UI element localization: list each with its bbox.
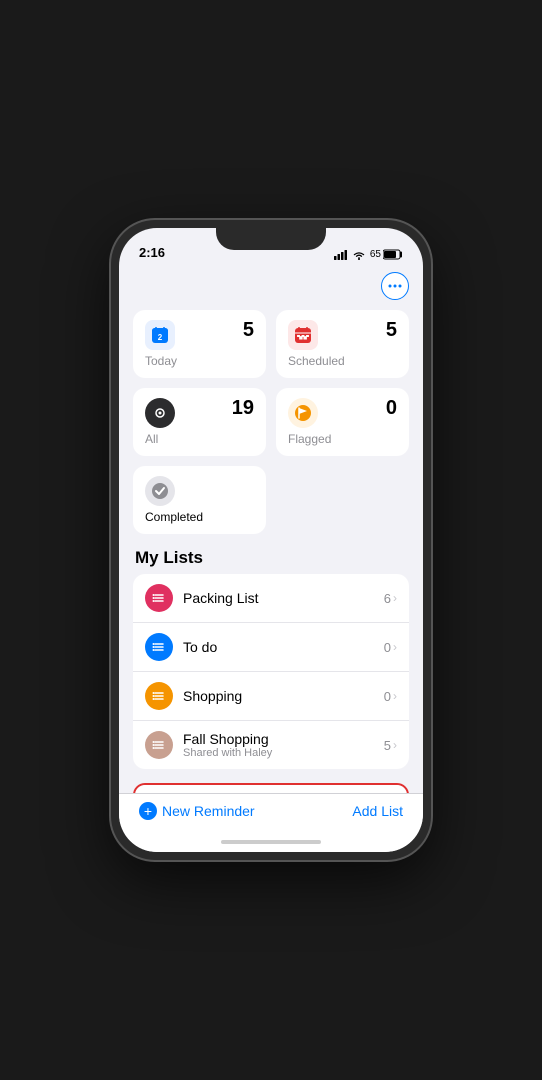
list-item-todo[interactable]: To do 0 › [133, 623, 409, 672]
my-lists-title: My Lists [133, 548, 409, 568]
shopping-name: Shopping [183, 688, 384, 704]
todo-right: 0 › [384, 640, 397, 655]
more-options-button[interactable] [381, 272, 409, 300]
flagged-count: 0 [386, 398, 397, 418]
signal-icon [334, 250, 348, 260]
main-content: 2 5 Today [119, 264, 423, 793]
list-item-grocery[interactable]: Grocery List 8 › [135, 785, 407, 794]
todo-name: To do [183, 639, 384, 655]
shopping-right: 0 › [384, 689, 397, 704]
new-reminder-button[interactable]: + New Reminder [139, 802, 255, 820]
packing-list-right: 6 › [384, 591, 397, 606]
todo-chevron: › [393, 640, 397, 654]
today-tile[interactable]: 2 5 Today [133, 310, 266, 378]
fall-shopping-sub: Shared with Haley [183, 747, 384, 759]
packing-list-text: Packing List [183, 590, 384, 606]
fall-shopping-text: Fall Shopping Shared with Haley [183, 731, 384, 759]
completed-row: Completed [133, 466, 409, 534]
notch [216, 228, 326, 250]
flagged-label: Flagged [288, 432, 397, 446]
shopping-icon [145, 682, 173, 710]
fall-shopping-name: Fall Shopping [183, 731, 384, 747]
top-action-row [133, 272, 409, 300]
battery-percent: 65 [370, 249, 381, 260]
home-bar [221, 840, 321, 844]
status-time: 2:16 [139, 245, 165, 260]
smart-tiles-grid: 2 5 Today [133, 310, 409, 456]
todo-count: 0 [384, 640, 391, 655]
battery-icon [383, 249, 403, 260]
add-list-button[interactable]: Add List [352, 803, 403, 819]
lists-card: Packing List 6 › [133, 574, 409, 769]
packing-list-count: 6 [384, 591, 391, 606]
packing-list-chevron: › [393, 591, 397, 605]
completed-tile[interactable]: Completed [133, 466, 266, 534]
flagged-tile[interactable]: 0 Flagged [276, 388, 409, 456]
today-label: Today [145, 354, 254, 368]
completed-label: Completed [145, 510, 254, 524]
fall-shopping-icon [145, 731, 173, 759]
shopping-chevron: › [393, 689, 397, 703]
today-icon: 2 [145, 320, 175, 350]
packing-list-name: Packing List [183, 590, 384, 606]
bottom-bar: + New Reminder Add List [119, 793, 423, 832]
today-count: 5 [243, 320, 254, 340]
list-item-packing[interactable]: Packing List 6 › [133, 574, 409, 623]
grocery-highlight: Grocery List 8 › [133, 783, 409, 794]
scheduled-count: 5 [386, 320, 397, 340]
new-reminder-label: New Reminder [162, 803, 255, 819]
todo-text: To do [183, 639, 384, 655]
flagged-icon [288, 398, 318, 428]
grocery-list-card: Grocery List 8 › [135, 785, 407, 794]
all-tile-header: 19 [145, 398, 254, 432]
shopping-text: Shopping [183, 688, 384, 704]
todo-icon [145, 633, 173, 661]
all-label: All [145, 432, 254, 446]
phone-screen: 2:16 65 [119, 228, 423, 852]
all-icon [145, 398, 175, 428]
flagged-tile-header: 0 [288, 398, 397, 432]
fall-shopping-count: 5 [384, 738, 391, 753]
phone-frame: 2:16 65 [111, 220, 431, 860]
completed-icon [145, 476, 175, 506]
svg-text:2: 2 [158, 333, 163, 342]
battery-indicator: 65 [370, 249, 403, 260]
today-tile-header: 2 5 [145, 320, 254, 354]
ellipsis-icon [388, 279, 402, 293]
scheduled-tile[interactable]: ■■ 5 Scheduled [276, 310, 409, 378]
fall-shopping-chevron: › [393, 738, 397, 752]
status-icons: 65 [334, 249, 403, 260]
scheduled-icon: ■■ [288, 320, 318, 350]
shopping-count: 0 [384, 689, 391, 704]
scheduled-label: Scheduled [288, 354, 397, 368]
all-count: 19 [232, 398, 254, 418]
all-tile[interactable]: 19 All [133, 388, 266, 456]
wifi-icon [352, 250, 366, 260]
new-reminder-icon: + [139, 802, 157, 820]
fall-shopping-right: 5 › [384, 738, 397, 753]
list-item-fall-shopping[interactable]: Fall Shopping Shared with Haley 5 › [133, 721, 409, 769]
list-item-shopping[interactable]: Shopping 0 › [133, 672, 409, 721]
scheduled-tile-header: ■■ 5 [288, 320, 397, 354]
home-indicator [119, 832, 423, 852]
packing-list-icon [145, 584, 173, 612]
